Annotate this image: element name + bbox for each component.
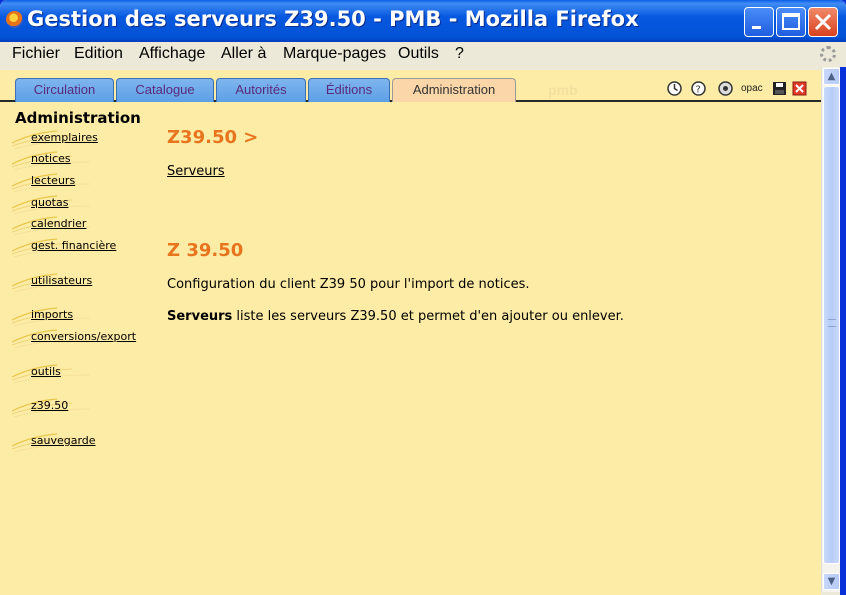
- scroll-up-button[interactable]: ▲: [823, 68, 840, 85]
- save-icon[interactable]: [772, 81, 787, 96]
- title-bar[interactable]: Gestion des serveurs Z39.50 - PMB - Mozi…: [0, 0, 846, 42]
- servers-bold: Serveurs: [167, 309, 233, 324]
- maximize-button[interactable]: [776, 7, 806, 37]
- sidebar-link[interactable]: gest. financière: [31, 239, 116, 252]
- sidebar-link[interactable]: outils: [31, 365, 61, 378]
- menu-outils[interactable]: Outils: [398, 45, 439, 63]
- sidebar-link[interactable]: sauvegarde: [31, 434, 96, 447]
- tab-circulation[interactable]: Circulation: [15, 78, 114, 102]
- sidebar-link[interactable]: quotas: [31, 196, 68, 209]
- tab-administration[interactable]: Administration: [392, 78, 516, 102]
- sidebar-link[interactable]: notices: [31, 152, 71, 165]
- minimize-button[interactable]: [744, 7, 774, 37]
- sidebar-title: Administration: [15, 109, 141, 127]
- tab-strip: Circulation Catalogue Autorités Éditions…: [0, 70, 821, 102]
- serveurs-link[interactable]: Serveurs: [167, 164, 225, 179]
- sidebar-link[interactable]: z39.50: [31, 399, 68, 412]
- sidebar-link[interactable]: utilisateurs: [31, 274, 92, 287]
- window-title: Gestion des serveurs Z39.50 - PMB - Mozi…: [27, 7, 639, 31]
- servers-description: Serveurs liste les serveurs Z39.50 et pe…: [167, 309, 624, 324]
- pmb-logo: pmb: [548, 82, 578, 98]
- vertical-scrollbar[interactable]: ▲ ▼: [821, 67, 841, 592]
- close-icon: [814, 13, 832, 31]
- menu-fichier[interactable]: Fichier: [12, 45, 60, 63]
- sidebar-link[interactable]: conversions/export: [31, 330, 136, 343]
- clock-icon[interactable]: [667, 81, 682, 96]
- firefox-icon: [6, 11, 23, 28]
- settings-icon[interactable]: [715, 81, 736, 96]
- menu-bar: Fichier Edition Affichage Aller à Marque…: [0, 42, 846, 67]
- scroll-grip: [828, 319, 836, 327]
- page-content: Circulation Catalogue Autorités Éditions…: [0, 70, 821, 595]
- description-text: Configuration du client Z39 50 pour l'im…: [167, 277, 530, 292]
- tab-catalogue[interactable]: Catalogue: [116, 78, 214, 102]
- scroll-down-button[interactable]: ▼: [823, 573, 840, 590]
- sidebar-link[interactable]: exemplaires: [31, 131, 98, 144]
- browser-window: Gestion des serveurs Z39.50 - PMB - Mozi…: [0, 0, 846, 595]
- sidebar-link[interactable]: calendrier: [31, 217, 86, 230]
- window-border: [840, 67, 846, 595]
- opac-icon[interactable]: opac: [741, 81, 765, 96]
- svg-text:?: ?: [696, 85, 701, 96]
- sidebar-link[interactable]: imports: [31, 308, 73, 321]
- close-window-button[interactable]: [808, 7, 838, 37]
- menu-aller-a[interactable]: Aller à: [221, 45, 266, 63]
- scroll-thumb[interactable]: [823, 86, 840, 564]
- servers-rest: liste les serveurs Z39.50 et permet d'en…: [232, 309, 624, 324]
- throbber-icon: [820, 46, 836, 62]
- section-heading: Z39.50 >: [167, 127, 259, 148]
- menu-help[interactable]: ?: [455, 45, 464, 63]
- close-icon[interactable]: [792, 81, 807, 96]
- menu-edition[interactable]: Edition: [74, 45, 123, 63]
- menu-affichage[interactable]: Affichage: [139, 45, 205, 63]
- help-icon[interactable]: ?: [691, 81, 706, 96]
- minimize-icon: [752, 26, 761, 29]
- tab-autorites[interactable]: Autorités: [216, 78, 306, 102]
- sidebar-link[interactable]: lecteurs: [31, 174, 75, 187]
- maximize-icon: [782, 13, 800, 30]
- z3950-heading: Z 39.50: [167, 240, 244, 261]
- menu-marque-pages[interactable]: Marque-pages: [283, 45, 386, 63]
- tab-editions[interactable]: Éditions: [308, 78, 390, 102]
